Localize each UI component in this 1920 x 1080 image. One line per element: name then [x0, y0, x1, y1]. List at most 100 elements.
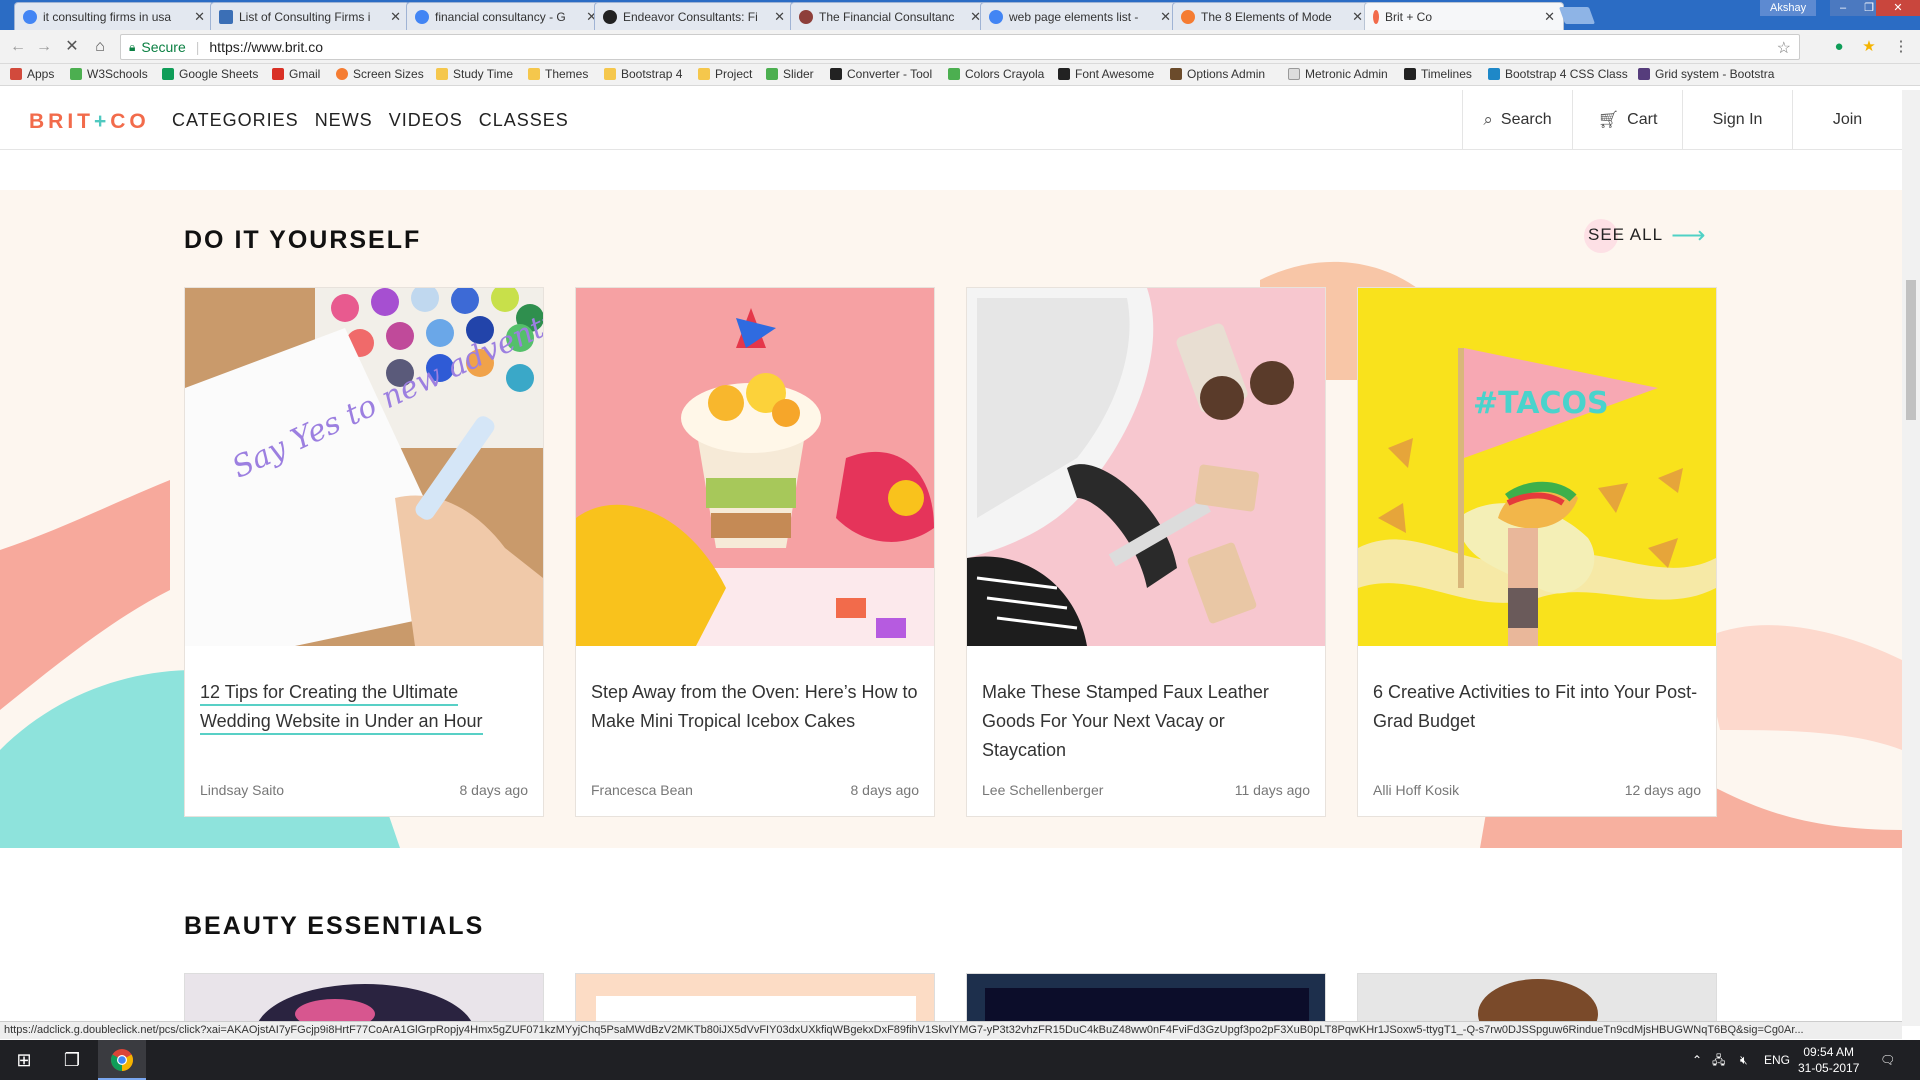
cart-button[interactable]: 🛒︎ Cart — [1572, 90, 1682, 150]
url-text[interactable]: https://www.brit.co — [209, 39, 323, 55]
volume-muted-icon[interactable]: 🔇︎ — [1740, 1040, 1748, 1080]
chrome-taskbar-icon[interactable] — [98, 1040, 146, 1080]
article-image-icebox-cake[interactable] — [576, 288, 934, 646]
bookmark-manager-star-icon[interactable]: ★ — [1860, 38, 1878, 56]
apps-grid-icon — [10, 68, 22, 80]
bookmark-converter[interactable]: Converter - Tool — [830, 67, 932, 81]
bookmark-bootstrap-4[interactable]: Bootstrap 4 — [604, 67, 682, 81]
close-tab-icon[interactable]: ✕ — [1160, 9, 1171, 25]
bookmark-google-sheets[interactable]: Google Sheets — [162, 67, 258, 81]
bookmark-themes[interactable]: Themes — [528, 67, 588, 81]
system-clock[interactable]: 09:54 AM 31-05-2017 — [1798, 1044, 1859, 1076]
close-tab-icon[interactable]: ✕ — [774, 9, 785, 25]
bookmark-label: Bootstrap 4 — [621, 67, 683, 81]
notifications-icon[interactable]: 🗨︎ — [1880, 1040, 1895, 1080]
search-button[interactable]: ⌕ Search — [1462, 90, 1572, 150]
sign-in-button[interactable]: Sign In — [1682, 90, 1792, 150]
address-bar[interactable]: 🔒︎ Secure | https://www.brit.co ☆ — [120, 34, 1800, 60]
bookmark-label: Metronic Admin — [1305, 67, 1388, 81]
britco-logo[interactable]: BRIT+CO — [29, 110, 150, 134]
language-indicator[interactable]: ENG — [1764, 1040, 1790, 1080]
lock-icon: 🔒︎ — [129, 39, 136, 54]
windows-start-icon[interactable]: ⊞ — [0, 1040, 48, 1080]
task-view-icon[interactable]: ❐ — [48, 1040, 96, 1080]
beauty-card[interactable] — [966, 973, 1326, 1025]
tray-chevron-icon[interactable]: ⌃ — [1692, 1040, 1702, 1080]
article-author[interactable]: Lindsay Saito — [200, 782, 284, 798]
article-title[interactable]: Make These Stamped Faux Leather Goods Fo… — [982, 678, 1312, 765]
beauty-card[interactable] — [184, 973, 544, 1025]
article-author[interactable]: Lee Schellenberger — [982, 782, 1103, 798]
bookmark-label: W3Schools — [87, 67, 148, 81]
back-arrow-icon[interactable]: ← — [8, 37, 28, 57]
bookmark-bootstrap-css[interactable]: Bootstrap 4 CSS Class — [1488, 67, 1628, 81]
stop-icon[interactable]: ✕ — [62, 37, 82, 57]
bookmark-w3schools[interactable]: W3Schools — [70, 67, 148, 81]
bookmark-gmail[interactable]: Gmail — [272, 67, 320, 81]
home-icon[interactable]: ⌂ — [90, 37, 110, 57]
article-title[interactable]: 6 Creative Activities to Fit into Your P… — [1373, 678, 1703, 736]
close-tab-icon[interactable]: ✕ — [1352, 9, 1363, 25]
article-card[interactable]: Say Yes to new adventures 12 Tips for Cr… — [184, 287, 544, 817]
article-author[interactable]: Alli Hoff Kosik — [1373, 782, 1459, 798]
article-image-faux-leather[interactable] — [967, 288, 1325, 646]
forward-arrow-icon[interactable]: → — [34, 37, 54, 57]
article-title[interactable]: Step Away from the Oven: Here’s How to M… — [591, 678, 921, 736]
minimize-button[interactable]: – — [1830, 0, 1856, 16]
browser-tab[interactable]: web page elements list - ✕ — [980, 2, 1180, 30]
nav-categories[interactable]: CATEGORIES — [172, 110, 299, 131]
bookmark-label: Font Awesome — [1075, 67, 1155, 81]
bookmark-grid-system[interactable]: Grid system - Bootstra — [1638, 67, 1774, 81]
bookmark-options-admin[interactable]: Options Admin — [1170, 67, 1265, 81]
close-tab-icon[interactable]: ✕ — [1544, 9, 1555, 25]
extension-icon[interactable]: ● — [1830, 38, 1848, 56]
article-title-link[interactable]: 12 Tips for Creating the Ultimate Weddin… — [200, 682, 483, 735]
nav-classes[interactable]: CLASSES — [479, 110, 569, 131]
bookmark-timelines[interactable]: Timelines — [1404, 67, 1472, 81]
site-favicon-icon — [219, 9, 233, 24]
beauty-card[interactable] — [575, 973, 935, 1025]
bookmark-label: Gmail — [289, 67, 321, 81]
article-card[interactable]: Make These Stamped Faux Leather Goods Fo… — [966, 287, 1326, 817]
article-image-tacos[interactable]: #TACOS — [1358, 288, 1716, 646]
page-scrollbar[interactable] — [1902, 90, 1920, 1026]
bookmark-apps[interactable]: Apps — [10, 67, 54, 81]
bookmark-colors-crayola[interactable]: Colors Crayola — [948, 67, 1044, 81]
bootstrap-favicon-icon — [1488, 68, 1500, 80]
bookmark-metronic-admin[interactable]: Metronic Admin — [1288, 67, 1388, 81]
scrollbar-thumb[interactable] — [1906, 280, 1916, 420]
close-window-button[interactable]: ✕ — [1876, 0, 1920, 16]
bookmark-label: Study Time — [453, 67, 514, 81]
browser-tab[interactable]: financial consultancy - G ✕ — [406, 2, 606, 30]
browser-tab[interactable]: The 8 Elements of Mode ✕ — [1172, 2, 1372, 30]
bookmark-font-awesome[interactable]: Font Awesome — [1058, 67, 1154, 81]
article-title[interactable]: 12 Tips for Creating the Ultimate Weddin… — [200, 678, 530, 736]
close-tab-icon[interactable]: ✕ — [194, 9, 205, 25]
join-button[interactable]: Join — [1792, 90, 1902, 150]
browser-tab[interactable]: it consulting firms in usa ✕ — [14, 2, 214, 30]
article-author[interactable]: Francesca Bean — [591, 782, 693, 798]
article-card[interactable]: #TACOS 6 Creative Activities to Fit into… — [1357, 287, 1717, 817]
beauty-image — [1478, 979, 1598, 1024]
bookmark-project[interactable]: Project — [698, 67, 752, 81]
browser-tab-active[interactable]: Brit + Co ✕ — [1364, 2, 1564, 31]
bookmark-screen-sizes[interactable]: Screen Sizes — [336, 67, 424, 81]
profile-button[interactable]: Akshay — [1760, 0, 1817, 16]
bookmark-study-time[interactable]: Study Time — [436, 67, 513, 81]
see-all-link[interactable]: SEE ALL ⟶ — [1584, 219, 1706, 253]
article-card[interactable]: Step Away from the Oven: Here’s How to M… — [575, 287, 935, 817]
close-tab-icon[interactable]: ✕ — [390, 9, 401, 25]
nav-videos[interactable]: VIDEOS — [389, 110, 463, 131]
nav-news[interactable]: NEWS — [315, 110, 373, 131]
bookmark-slider[interactable]: Slider — [766, 67, 814, 81]
browser-tab-strip: it consulting firms in usa ✕ List of Con… — [0, 0, 1920, 31]
network-icon[interactable]: 🖧︎ — [1712, 1040, 1725, 1080]
beauty-card[interactable] — [1357, 973, 1717, 1025]
browser-tab[interactable]: Endeavor Consultants: Fi ✕ — [594, 2, 794, 30]
browser-tab[interactable]: List of Consulting Firms i ✕ — [210, 2, 410, 30]
new-tab-button[interactable] — [1558, 7, 1596, 24]
browser-tab[interactable]: The Financial Consultanc ✕ — [790, 2, 990, 30]
chrome-menu-icon[interactable]: ⋮ — [1892, 38, 1910, 56]
article-image-lettering[interactable]: Say Yes to new adventures — [185, 288, 543, 646]
bookmark-star-icon[interactable]: ☆ — [1777, 38, 1791, 58]
